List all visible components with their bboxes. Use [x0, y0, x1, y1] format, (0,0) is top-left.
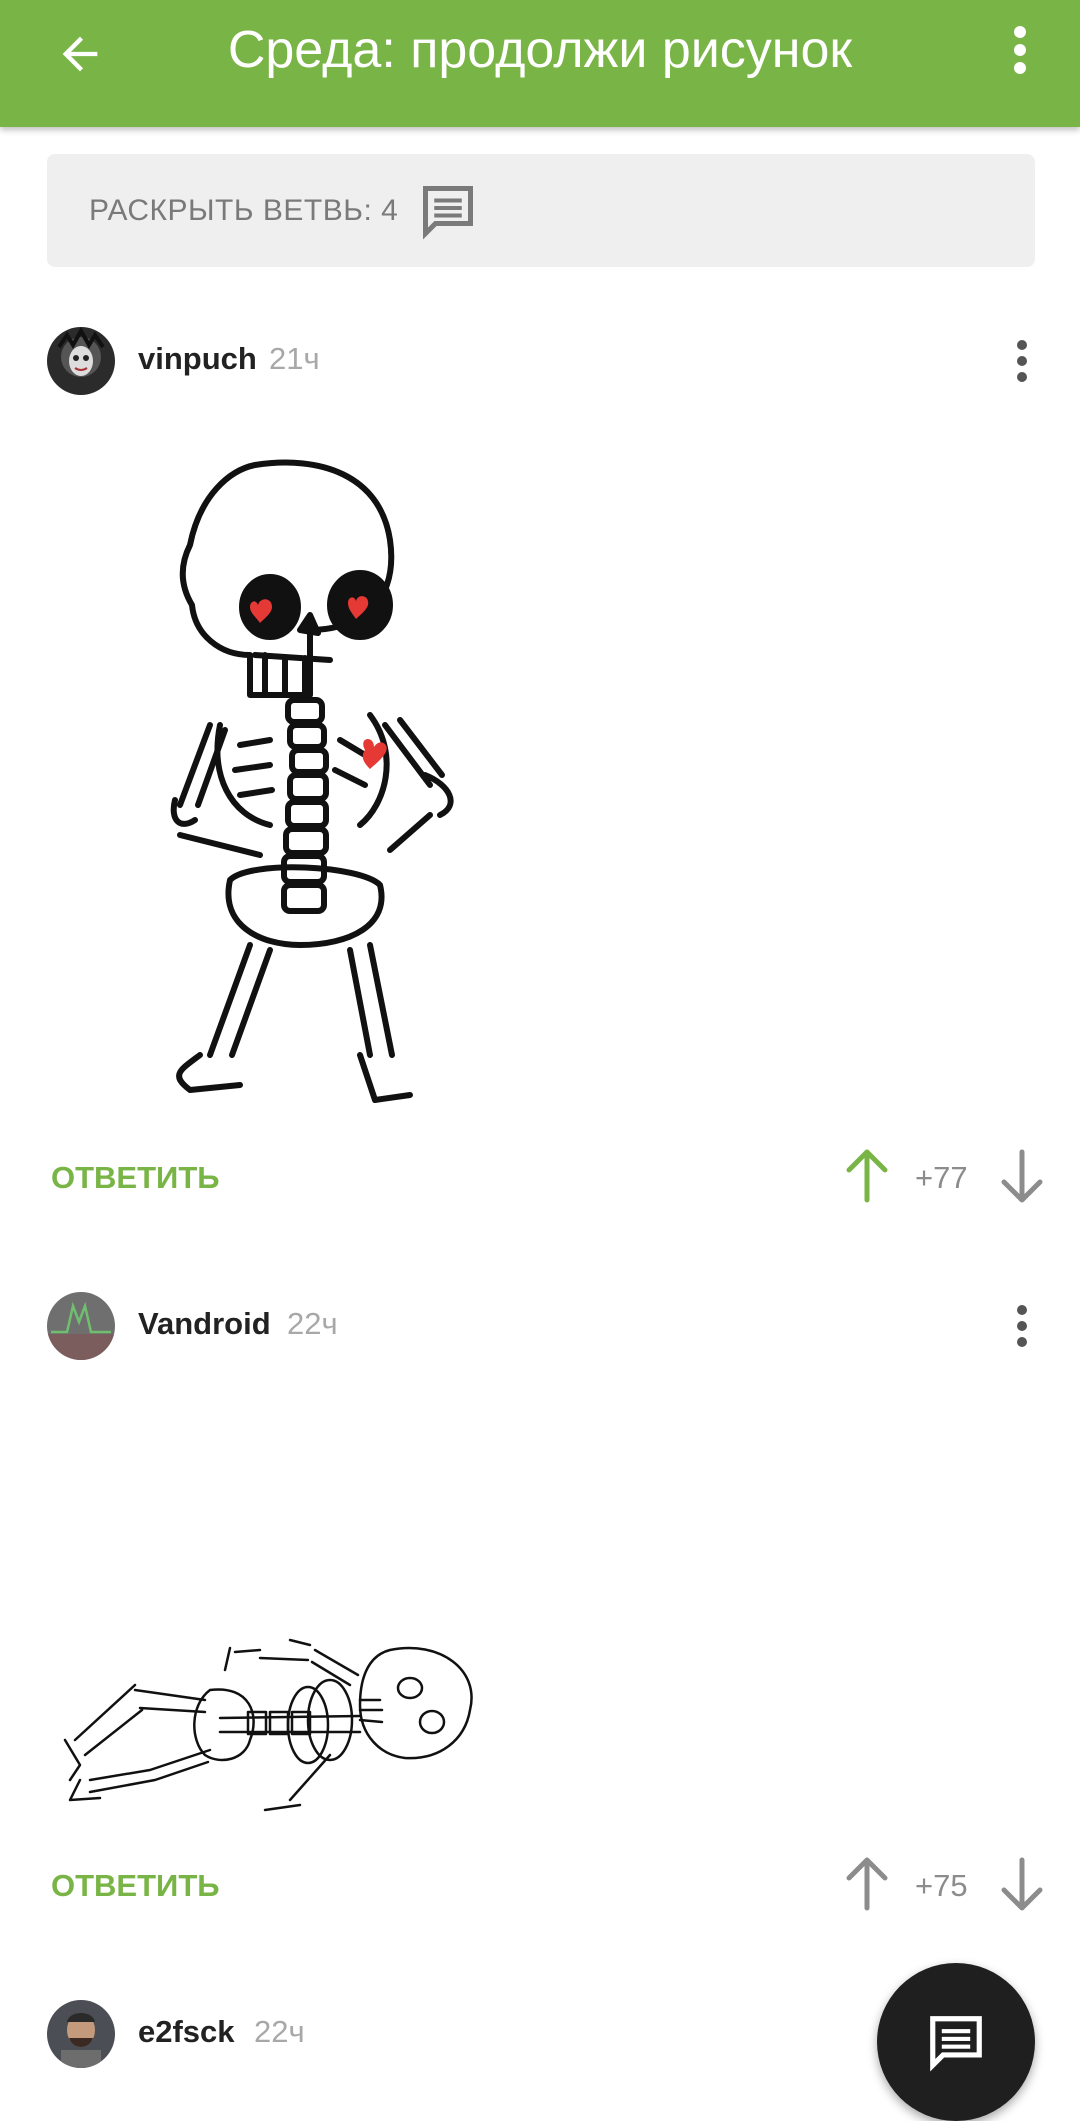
back-button[interactable] — [48, 22, 112, 86]
comment-score: +75 — [915, 1868, 968, 1903]
comment-time: 22ч — [254, 2014, 305, 2049]
comment-more-button[interactable] — [1007, 335, 1037, 387]
arrow-down-icon — [1001, 1857, 1043, 1911]
comment-time: 22ч — [287, 1306, 338, 1341]
comment-author[interactable]: vinpuch — [138, 341, 257, 377]
comment-author[interactable]: e2fsck — [138, 2014, 235, 2050]
page-title: Среда: продолжи рисунок — [227, 21, 853, 79]
comment-image[interactable] — [60, 1630, 490, 1820]
avatar[interactable] — [47, 1292, 115, 1360]
app-bar: Среда: продолжи рисунок — [0, 0, 1080, 127]
reply-button[interactable]: ОТВЕТИТЬ — [51, 1160, 220, 1196]
comment-author[interactable]: Vandroid — [138, 1306, 271, 1342]
arrow-up-icon — [846, 1857, 888, 1911]
comment-image[interactable] — [160, 455, 530, 1115]
downvote-button[interactable] — [1000, 1148, 1044, 1204]
reply-button[interactable]: ОТВЕТИТЬ — [51, 1868, 220, 1904]
arrow-up-icon — [846, 1149, 888, 1203]
comment-header: vinpuch 21ч — [47, 327, 1037, 395]
comment-more-button[interactable] — [1007, 1300, 1037, 1352]
avatar[interactable] — [47, 327, 115, 395]
arrow-left-icon — [62, 36, 98, 72]
comment-score: +77 — [915, 1160, 968, 1195]
avatar[interactable] — [47, 2000, 115, 2068]
downvote-button[interactable] — [1000, 1856, 1044, 1912]
arrow-down-icon — [1001, 1149, 1043, 1203]
more-options-button[interactable] — [1000, 18, 1040, 82]
expand-thread-button[interactable]: РАСКРЫТЬ ВЕТВЬ: 4 — [47, 154, 1035, 267]
comment-icon — [423, 185, 474, 240]
more-vert-icon — [1014, 26, 1026, 74]
comment-icon — [930, 2016, 982, 2072]
upvote-button[interactable] — [845, 1856, 889, 1912]
write-comment-fab[interactable] — [877, 1963, 1035, 2121]
comment-time: 21ч — [269, 341, 320, 376]
upvote-button[interactable] — [845, 1148, 889, 1204]
comment-actions: ОТВЕТИТЬ +75 — [0, 1856, 1080, 1916]
more-vert-icon — [1017, 340, 1027, 382]
expand-thread-label: РАСКРЫТЬ ВЕТВЬ: 4 — [89, 193, 399, 227]
more-vert-icon — [1017, 1305, 1027, 1347]
comment-header: Vandroid 22ч — [47, 1292, 1037, 1360]
comment-actions: ОТВЕТИТЬ +77 — [0, 1148, 1080, 1208]
